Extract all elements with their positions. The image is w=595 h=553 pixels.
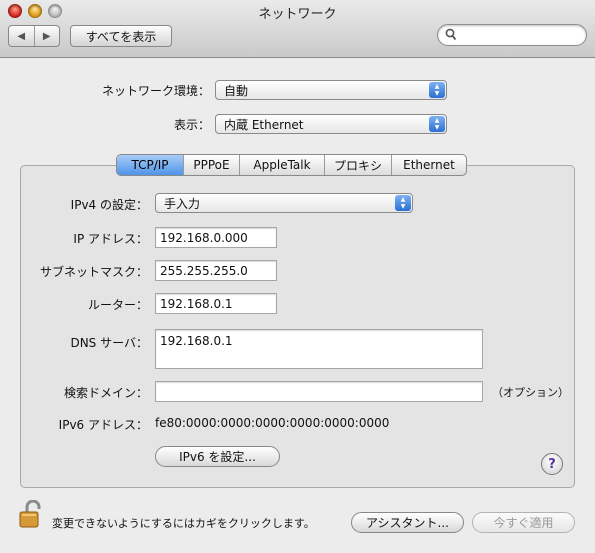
lock-button[interactable] bbox=[18, 499, 44, 533]
search-domains-label: 検索ドメイン： bbox=[63, 386, 148, 400]
search-input[interactable] bbox=[437, 24, 587, 46]
tab-pppoe[interactable]: PPPoE bbox=[183, 155, 239, 175]
tab-appletalk[interactable]: AppleTalk bbox=[239, 155, 324, 175]
assistant-button[interactable]: アシスタント... bbox=[351, 512, 464, 533]
show-label: 表示： bbox=[173, 118, 210, 132]
search-domains-field[interactable] bbox=[155, 381, 483, 402]
show-value: 内蔵 Ethernet bbox=[224, 117, 304, 132]
lock-description: 変更できないようにするにはカギをクリックします。 bbox=[52, 517, 315, 530]
popup-arrows-icon: ▲ ▼ bbox=[395, 195, 411, 211]
location-label: ネットワーク環境： bbox=[101, 84, 210, 98]
tab-ethernet[interactable]: Ethernet bbox=[391, 155, 466, 175]
configure-ipv6-button[interactable]: IPv6 を設定... bbox=[155, 446, 280, 467]
tab-proxies[interactable]: プロキシ bbox=[324, 155, 391, 175]
optional-hint: （オプション） bbox=[492, 386, 569, 399]
ipv4-config-label: IPv4 の設定： bbox=[70, 198, 148, 212]
dns-server-label: DNS サーバ： bbox=[70, 336, 148, 350]
subnet-mask-field[interactable]: 255.255.255.0 bbox=[155, 260, 277, 281]
router-label: ルーター： bbox=[87, 298, 148, 312]
subnet-mask-label: サブネットマスク： bbox=[39, 265, 148, 279]
back-forward-control: ◀ ▶ bbox=[8, 25, 60, 47]
padlock-open-icon bbox=[18, 499, 44, 533]
question-mark-icon: ? bbox=[548, 456, 556, 472]
help-button[interactable]: ? bbox=[541, 453, 563, 475]
forward-button[interactable]: ▶ bbox=[33, 26, 60, 46]
ipv6-address-label: IPv6 アドレス： bbox=[58, 418, 148, 432]
show-all-button[interactable]: すべてを表示 bbox=[70, 25, 172, 47]
ipv4-config-value: 手入力 bbox=[164, 196, 201, 211]
ip-address-field[interactable]: 192.168.0.000 bbox=[155, 227, 277, 248]
router-field[interactable]: 192.168.0.1 bbox=[155, 293, 277, 314]
ipv6-address-value: fe80:0000:0000:0000:0000:0000:0000 bbox=[155, 416, 390, 430]
ip-address-label: IP アドレス： bbox=[73, 232, 148, 246]
tab-panel bbox=[20, 165, 575, 488]
popup-arrows-icon: ▲ ▼ bbox=[429, 116, 445, 132]
apply-now-button[interactable]: 今すぐ適用 bbox=[472, 512, 575, 533]
forward-arrow-icon: ▶ bbox=[42, 30, 51, 42]
back-button[interactable]: ◀ bbox=[9, 26, 34, 46]
tab-bar: TCP/IP PPPoE AppleTalk プロキシ Ethernet bbox=[116, 154, 467, 176]
window-title: ネットワーク bbox=[258, 7, 337, 22]
back-arrow-icon: ◀ bbox=[17, 30, 26, 42]
show-popup[interactable]: 内蔵 Ethernet ▲ ▼ bbox=[215, 114, 447, 134]
dns-server-field[interactable]: 192.168.0.1 bbox=[155, 329, 483, 369]
popup-arrows-icon: ▲ ▼ bbox=[429, 82, 445, 98]
ipv4-config-popup[interactable]: 手入力 ▲ ▼ bbox=[155, 193, 413, 213]
tab-tcpip[interactable]: TCP/IP bbox=[117, 155, 183, 175]
location-value: 自動 bbox=[224, 83, 249, 98]
location-popup[interactable]: 自動 ▲ ▼ bbox=[215, 80, 447, 100]
search-icon bbox=[445, 28, 457, 45]
